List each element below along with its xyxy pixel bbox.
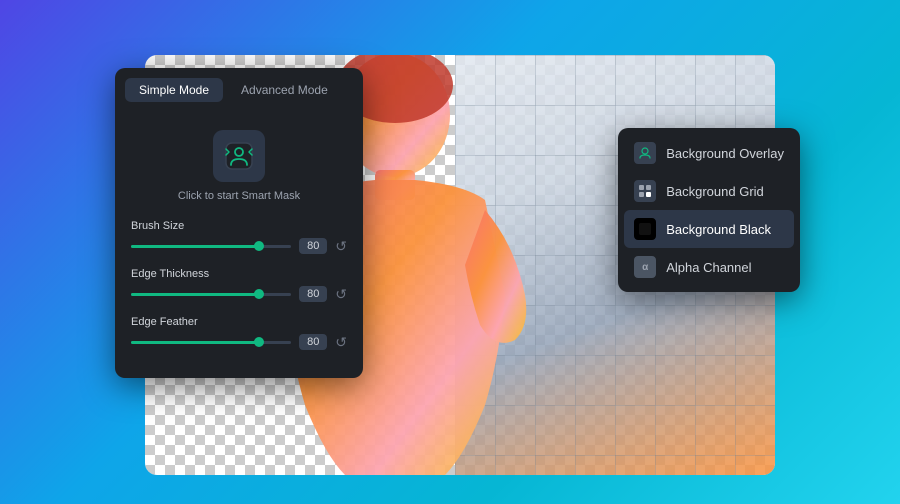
tab-advanced-mode[interactable]: Advanced Mode	[227, 78, 342, 102]
edge-thickness-reset-icon[interactable]: ↺	[335, 287, 347, 301]
edge-thickness-thumb	[254, 289, 264, 299]
edge-thickness-section: Edge Thickness 80 ↺	[131, 268, 347, 302]
edge-feather-reset-icon[interactable]: ↺	[335, 335, 347, 349]
edge-thickness-row: 80 ↺	[131, 286, 347, 302]
edge-feather-fill	[131, 341, 259, 344]
background-dropdown: Background Overlay Background Grid Ba	[618, 128, 800, 292]
smart-mask-label: Click to start Smart Mask	[178, 190, 300, 202]
edge-feather-label: Edge Feather	[131, 316, 347, 328]
alpha-label: Alpha Channel	[666, 260, 751, 275]
brush-size-section: Brush Size 80 ↺	[131, 220, 347, 254]
brush-size-label: Brush Size	[131, 220, 347, 232]
smart-mask-area: Click to start Smart Mask	[131, 116, 347, 220]
dropdown-item-grid[interactable]: Background Grid	[624, 172, 794, 210]
brush-size-row: 80 ↺	[131, 238, 347, 254]
black-icon-svg	[638, 222, 652, 236]
edge-feather-thumb	[254, 337, 264, 347]
edge-feather-value: 80	[299, 334, 327, 350]
panel-tabs: Simple Mode Advanced Mode	[115, 68, 363, 102]
grid-label: Background Grid	[666, 184, 764, 199]
edge-feather-track[interactable]	[131, 341, 291, 344]
brush-size-track[interactable]	[131, 245, 291, 248]
main-container: Simple Mode Advanced Mode Click to start…	[0, 0, 900, 504]
edge-thickness-label: Edge Thickness	[131, 268, 347, 280]
edge-thickness-track[interactable]	[131, 293, 291, 296]
dropdown-item-overlay[interactable]: Background Overlay	[624, 134, 794, 172]
tab-simple-mode[interactable]: Simple Mode	[125, 78, 223, 102]
dropdown-item-black[interactable]: Background Black	[624, 210, 794, 248]
edge-thickness-fill	[131, 293, 259, 296]
black-label: Background Black	[666, 222, 771, 237]
edge-thickness-value: 80	[299, 286, 327, 302]
grid-icon-svg	[638, 184, 652, 198]
overlay-label: Background Overlay	[666, 146, 784, 161]
black-icon	[634, 218, 656, 240]
alpha-icon: α	[634, 256, 656, 278]
overlay-icon	[634, 142, 656, 164]
brush-size-fill	[131, 245, 259, 248]
grid-icon	[634, 180, 656, 202]
dropdown-item-alpha[interactable]: α Alpha Channel	[624, 248, 794, 286]
alpha-icon-text: α	[642, 262, 648, 273]
control-panel: Simple Mode Advanced Mode Click to start…	[115, 68, 363, 378]
brush-size-thumb	[254, 241, 264, 251]
smart-mask-icon	[224, 141, 254, 171]
brush-size-value: 80	[299, 238, 327, 254]
edge-feather-section: Edge Feather 80 ↺	[131, 316, 347, 350]
smart-mask-icon-container[interactable]	[213, 130, 265, 182]
edge-feather-row: 80 ↺	[131, 334, 347, 350]
brush-size-reset-icon[interactable]: ↺	[335, 239, 347, 253]
panel-content: Click to start Smart Mask Brush Size 80 …	[115, 102, 363, 378]
overlay-icon-svg	[638, 146, 652, 160]
